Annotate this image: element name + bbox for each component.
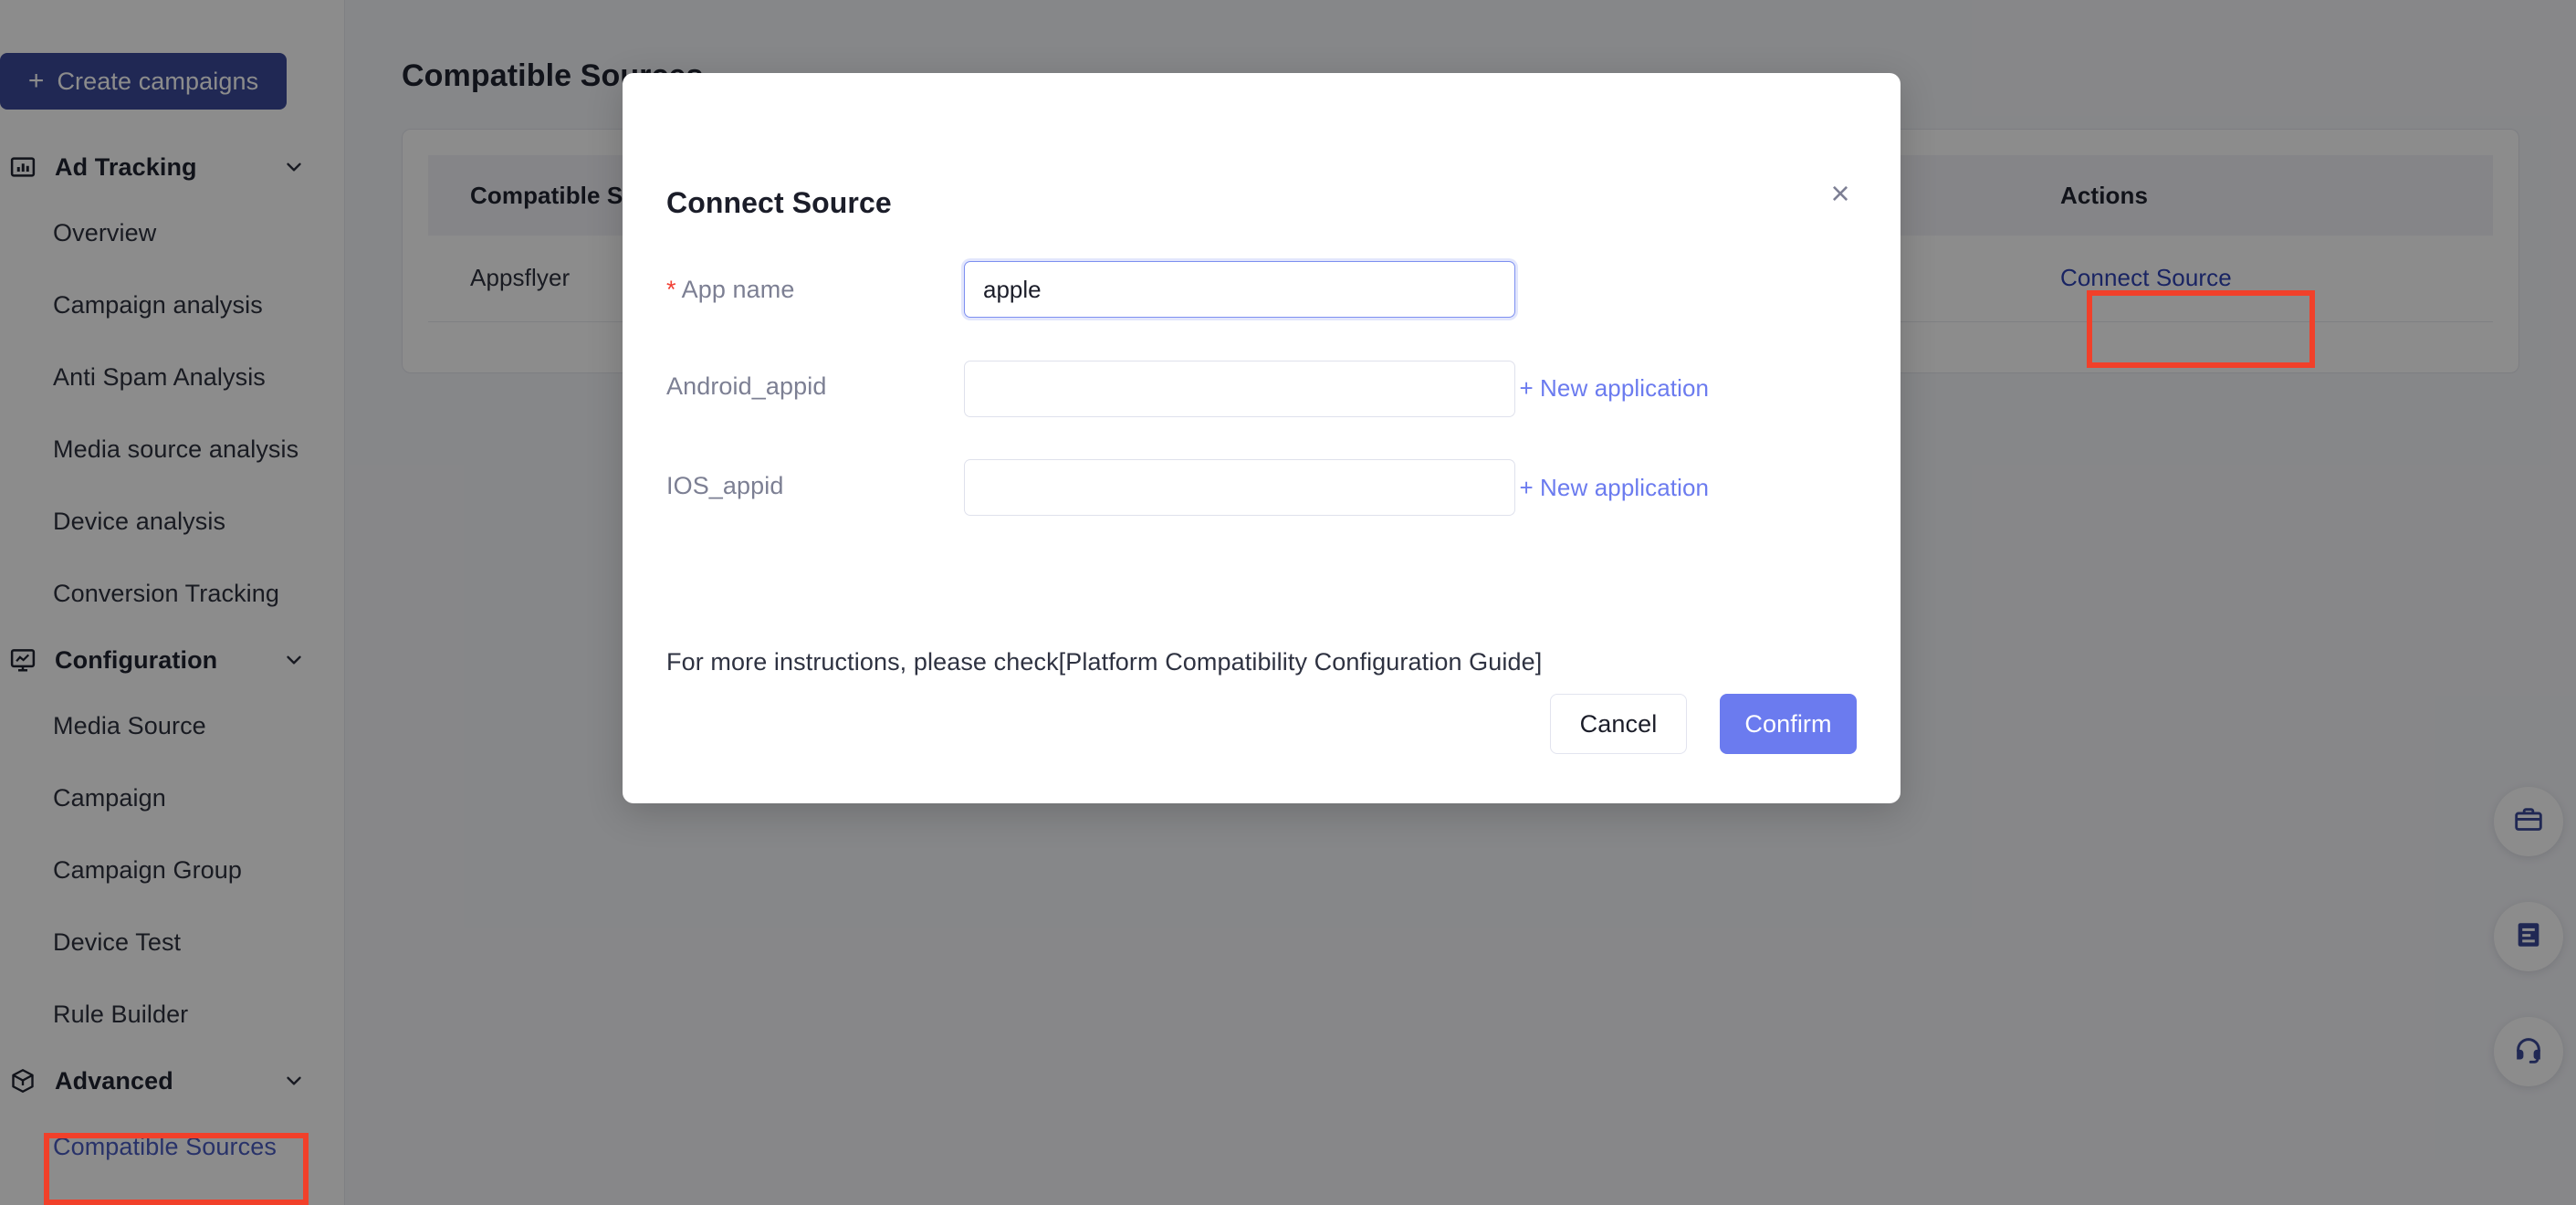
label-app-name: * App name: [666, 276, 795, 303]
android-appid-input[interactable]: [964, 360, 1515, 417]
required-asterisk-icon: *: [666, 276, 676, 303]
connect-source-modal: × Connect Source *App name Android_appid…: [623, 73, 1901, 803]
confirm-button[interactable]: Confirm: [1720, 694, 1857, 754]
control-ios-appid: + New application: [964, 457, 1857, 516]
control-app-name: [964, 261, 1857, 318]
new-application-link-ios[interactable]: + New application: [1519, 474, 1709, 502]
control-android-appid: + New application: [964, 358, 1857, 417]
modal-title: Connect Source: [666, 186, 892, 219]
form-row-app-name: * App name: [666, 261, 1857, 318]
new-application-link-android[interactable]: + New application: [1519, 374, 1709, 403]
ios-appid-input[interactable]: [964, 459, 1515, 516]
form-row-android-appid: Android_appid + New application: [666, 358, 1857, 417]
app-name-input[interactable]: [964, 261, 1515, 318]
cancel-button[interactable]: Cancel: [1550, 694, 1687, 754]
connect-source-form: *App name Android_appid + New applicatio…: [666, 261, 1857, 516]
form-row-ios-appid: IOS_appid + New application: [666, 457, 1857, 516]
close-icon[interactable]: ×: [1820, 173, 1860, 214]
instructions-hint: For more instructions, please check[Plat…: [666, 648, 1543, 676]
label-android-appid: Android_appid: [666, 372, 827, 400]
modal-footer: Cancel Confirm: [1550, 694, 1857, 754]
label-ios-appid: IOS_appid: [666, 471, 784, 499]
